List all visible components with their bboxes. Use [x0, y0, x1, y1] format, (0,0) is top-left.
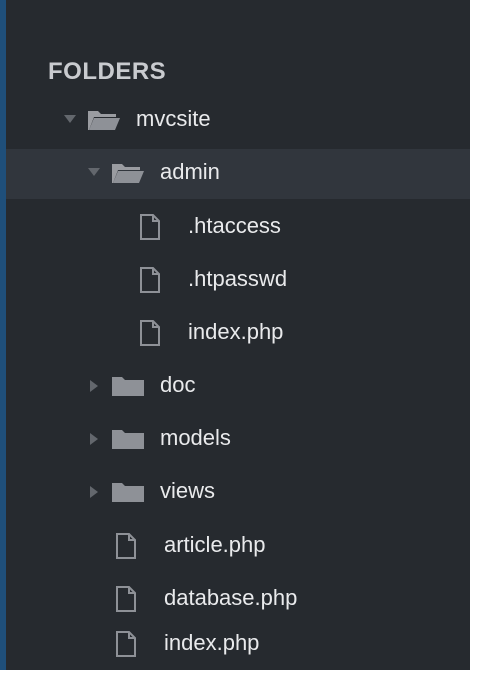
file-icon [140, 214, 160, 240]
tree-item-label: mvcsite [136, 106, 211, 131]
chevron-down-icon[interactable] [88, 168, 100, 176]
tree-item-label: database.php [164, 585, 298, 610]
folder-icon [112, 430, 144, 449]
tree-item-index-php[interactable]: index.php [6, 620, 470, 670]
tree-item-htpasswd[interactable]: .htpasswd [6, 256, 470, 306]
chevron-down-icon[interactable] [64, 115, 76, 123]
tree-item-htaccess[interactable]: .htaccess [6, 203, 470, 253]
tree-item-label: doc [160, 372, 196, 397]
tree-item-label: index.php [188, 319, 284, 344]
tree-item-label: article.php [164, 532, 266, 557]
file-icon [116, 586, 136, 612]
tree-item-label: views [160, 478, 216, 503]
tree-item-mvcsite[interactable]: mvcsite [6, 96, 470, 146]
file-tree-panel: FOLDERS mvcsite admin .htaccess .htpassw… [0, 0, 470, 670]
tree-item-models[interactable]: models [6, 415, 470, 465]
tree-item-admin-index-php[interactable]: index.php [6, 309, 470, 359]
tree-item-label: .htaccess [188, 213, 281, 238]
chevron-right-icon[interactable] [90, 433, 98, 445]
tree-item-article-php[interactable]: article.php [6, 522, 470, 572]
tree-item-doc[interactable]: doc [6, 362, 470, 412]
tree-item-label: index.php [164, 630, 260, 655]
tree-item-label: models [160, 425, 231, 450]
folder-icon [112, 377, 144, 396]
folders-header: FOLDERS [48, 58, 167, 85]
file-icon [116, 631, 136, 657]
tree-item-label: .htpasswd [188, 266, 288, 291]
folder-icon [112, 483, 144, 502]
tree-item-admin[interactable]: admin [6, 149, 470, 199]
file-icon [140, 267, 160, 293]
file-icon [140, 320, 160, 346]
chevron-right-icon[interactable] [90, 380, 98, 392]
folder-open-icon [88, 111, 120, 130]
chevron-right-icon[interactable] [90, 486, 98, 498]
tree-item-database-php[interactable]: database.php [6, 575, 470, 625]
tree-item-label: admin [160, 159, 220, 184]
file-icon [116, 533, 136, 559]
folder-open-icon [112, 164, 144, 183]
tree-item-views[interactable]: views [6, 468, 470, 518]
